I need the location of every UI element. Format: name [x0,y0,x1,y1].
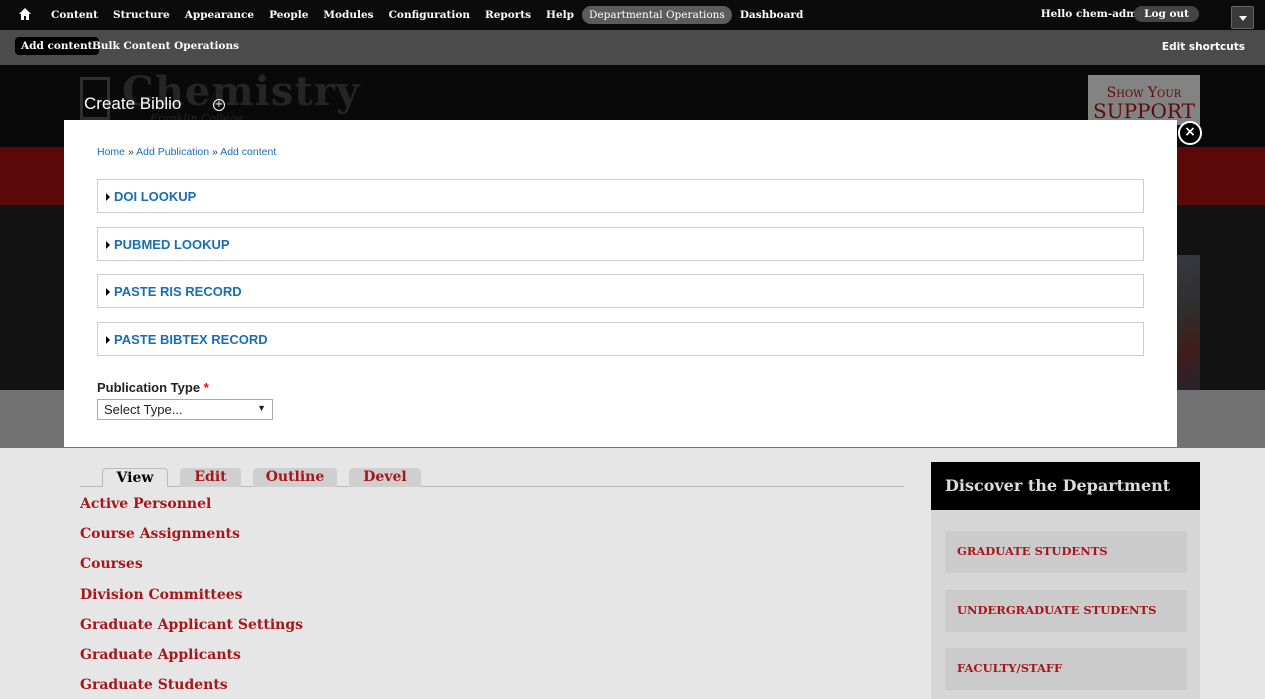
edit-shortcuts-link[interactable]: Edit shortcuts [1162,41,1245,53]
breadcrumb-separator: » [212,146,218,158]
pubmed-lookup-label: PUBMED LOOKUP [114,237,230,252]
link-graduate-applicants[interactable]: Graduate Applicants [80,645,303,675]
breadcrumb-add-content[interactable]: Add content [220,146,276,158]
content-tabs: View Edit Outline Devel [80,466,904,487]
doi-lookup-toggle[interactable]: DOI LOOKUP [106,189,196,204]
discover-item-faculty-staff[interactable]: FACULTY/STAFF [945,648,1187,690]
menu-appearance[interactable]: Appearance [178,6,261,24]
home-icon[interactable] [18,7,32,21]
expand-icon[interactable]: + [213,99,225,111]
caret-right-icon [106,336,110,344]
breadcrumb: Home » Add Publication » Add content [97,146,276,158]
paste-bibtex-fieldset: PASTE BIBTEX RECORD [97,322,1144,356]
breadcrumb-home[interactable]: Home [97,146,125,158]
caret-right-icon [106,288,110,296]
doi-lookup-label: DOI LOOKUP [114,189,197,204]
publication-type-label-text: Publication Type [97,380,201,395]
menu-configuration[interactable]: Configuration [382,6,477,24]
paste-ris-fieldset: PASTE RIS RECORD [97,274,1144,308]
close-icon[interactable]: × [1178,121,1202,145]
discover-item-undergraduate-students[interactable]: UNDERGRADUATE STUDENTS [945,590,1187,632]
link-courses[interactable]: Courses [80,554,303,584]
link-active-personnel[interactable]: Active Personnel [80,494,303,524]
user-greeting[interactable]: Hello chem-admin [1041,8,1149,20]
tab-edit[interactable]: Edit [180,468,241,487]
breadcrumb-separator: » [127,146,134,158]
doi-lookup-fieldset: DOI LOOKUP [97,179,1144,213]
content-link-list: Active Personnel Course Assignments Cour… [80,494,303,699]
tab-outline[interactable]: Outline [253,468,337,487]
bulk-operations-shortcut[interactable]: Bulk Content Operations [92,40,239,52]
menu-content[interactable]: Content [44,6,105,24]
breadcrumb-add-publication[interactable]: Add Publication [136,146,209,158]
add-content-shortcut[interactable]: Add content [15,37,99,55]
tab-view[interactable]: View [102,468,168,487]
menu-people[interactable]: People [262,6,315,24]
tab-devel[interactable]: Devel [349,468,421,487]
paste-ris-label: PASTE RIS RECORD [114,284,242,299]
paste-bibtex-toggle[interactable]: PASTE BIBTEX RECORD [106,332,268,347]
chevron-down-icon: ▼ [257,403,266,413]
caret-right-icon [106,193,110,201]
link-graduate-students[interactable]: Graduate Students [80,675,303,699]
publication-type-label: Publication Type * [97,380,209,395]
shortcuts-bar: Add content Bulk Content Operations Edit… [0,30,1265,65]
publication-type-select[interactable]: Select Type... ▼ [97,399,273,420]
logout-button[interactable]: Log out [1134,6,1199,22]
menu-dashboard[interactable]: Dashboard [733,6,810,24]
menu-departmental-operations[interactable]: Departmental Operations [581,6,732,24]
menu-reports[interactable]: Reports [478,6,538,24]
admin-menu: Content Structure Appearance People Modu… [44,0,811,30]
menu-structure[interactable]: Structure [106,6,177,24]
required-marker: * [203,380,209,395]
publication-type-value: Select Type... [104,402,183,417]
link-division-committees[interactable]: Division Committees [80,585,303,615]
create-biblio-modal: Home » Add Publication » Add content DOI… [64,120,1177,447]
discover-title: Discover the Department [931,462,1200,510]
pubmed-lookup-fieldset: PUBMED LOOKUP [97,227,1144,261]
caret-right-icon [106,241,110,249]
pubmed-lookup-toggle[interactable]: PUBMED LOOKUP [106,237,230,252]
discover-item-graduate-students[interactable]: GRADUATE STUDENTS [945,531,1187,573]
paste-bibtex-label: PASTE BIBTEX RECORD [114,332,268,347]
link-course-assignments[interactable]: Course Assignments [80,524,303,554]
paste-ris-toggle[interactable]: PASTE RIS RECORD [106,284,242,299]
admin-toolbar: Content Structure Appearance People Modu… [0,0,1265,30]
link-graduate-applicant-settings[interactable]: Graduate Applicant Settings [80,615,303,645]
discover-sidebar: Discover the Department GRADUATE STUDENT… [931,462,1200,699]
menu-help[interactable]: Help [539,6,581,24]
menu-modules[interactable]: Modules [316,6,380,24]
toolbar-drawer-toggle[interactable] [1231,6,1254,29]
modal-title: Create Biblio [84,94,182,113]
